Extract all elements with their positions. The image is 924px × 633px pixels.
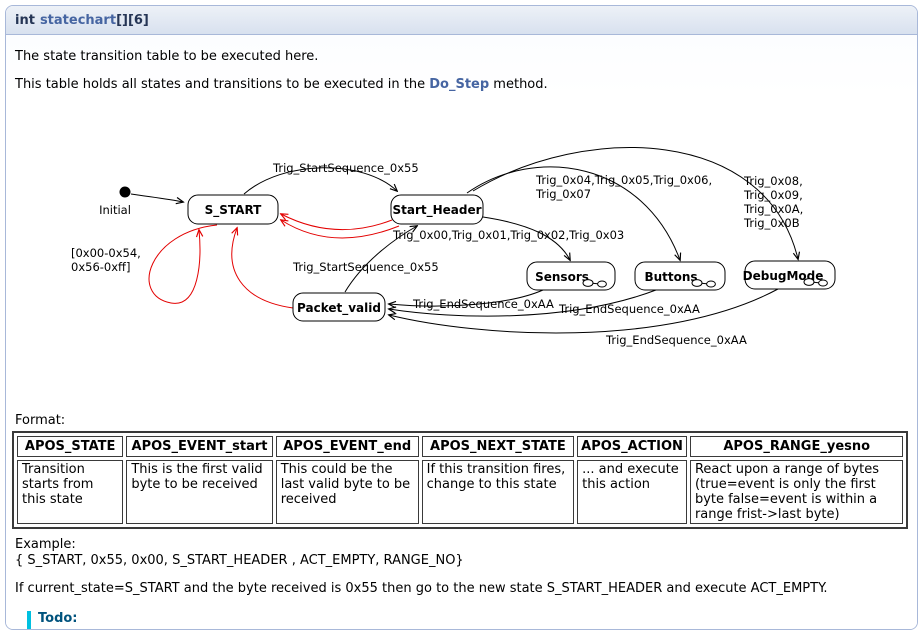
label-trig-0b: Trig_0x0B xyxy=(743,216,800,230)
initial-state-dot xyxy=(120,187,131,198)
label-end-sequence-1: Trig_EndSequence_0xAA xyxy=(412,297,554,311)
label-trig-09: Trig_0x09, xyxy=(743,188,803,202)
column-header-apos-next-state: APOS_NEXT_STATE xyxy=(422,436,575,457)
format-table-header-row: APOS_STATE APOS_EVENT_start APOS_EVENT_e… xyxy=(17,436,903,457)
label-range-line2: 0x56-0xff] xyxy=(71,260,130,274)
cell-apos-event-end: This could be the last valid byte to be … xyxy=(276,460,419,524)
edge-initial-to-s-start xyxy=(131,194,183,202)
example-label: Example: xyxy=(15,537,908,553)
member-prototype-header: int statechart[][6] xyxy=(6,6,917,35)
edge-start-header-to-s-start-2 xyxy=(281,220,399,238)
cell-apos-state: Transition starts from this state xyxy=(17,460,123,524)
label-trig-04-06: Trig_0x04,Trig_0x05,Trig_0x06, xyxy=(535,173,712,187)
label-start-sequence-top: Trig_StartSequence_0x55 xyxy=(272,161,419,175)
label-trig-0a: Trig_0x0A, xyxy=(743,202,803,216)
state-s-start-label: S_START xyxy=(205,203,263,218)
format-table: APOS_STATE APOS_EVENT_start APOS_EVENT_e… xyxy=(12,431,908,529)
member-args: [][6] xyxy=(116,13,149,28)
cell-apos-next-state: If this transition fires, change to this… xyxy=(422,460,575,524)
label-end-sequence-2: Trig_EndSequence_0xAA xyxy=(558,302,700,316)
label-trig-08: Trig_0x08, xyxy=(743,174,803,188)
description-line-2: This table holds all states and transiti… xyxy=(15,77,908,93)
column-header-apos-state: APOS_STATE xyxy=(17,436,123,457)
state-packet-valid-label: Packet_valid xyxy=(297,301,381,316)
label-trig-00-03: Trig_0x00,Trig_0x01,Trig_0x02,Trig_0x03 xyxy=(392,228,624,242)
cell-apos-range-yesno: React upon a range of bytes (true=event … xyxy=(690,460,904,524)
example-explanation: If current_state=S_START and the byte re… xyxy=(15,581,908,597)
edge-s-start-self-loop xyxy=(149,225,217,303)
label-end-sequence-3: Trig_EndSequence_0xAA xyxy=(605,333,747,347)
statechart-diagram: Initial S_START Start_Header Sensors But… xyxy=(11,133,917,401)
label-range-line1: [0x00-0x54, xyxy=(71,246,141,260)
label-start-sequence-bottom: Trig_StartSequence_0x55 xyxy=(292,260,439,274)
do-step-link[interactable]: Do_Step xyxy=(429,77,489,92)
description-line-2-suffix: method. xyxy=(489,77,547,92)
format-label: Format: xyxy=(15,413,908,429)
member-documentation: The state transition table to be execute… xyxy=(6,35,917,630)
cell-apos-action: ... and execute this action xyxy=(577,460,687,524)
member-type: int xyxy=(15,13,35,28)
label-trig-07: Trig_0x07 xyxy=(535,187,591,201)
member-name-link[interactable]: statechart xyxy=(40,13,116,28)
edge-start-header-to-s-start-1 xyxy=(281,214,392,230)
todo-section: Todo: Update the diagram xyxy=(27,611,912,630)
column-header-apos-action: APOS_ACTION xyxy=(577,436,687,457)
state-start-header-label: Start_Header xyxy=(392,203,481,218)
initial-state-label: Initial xyxy=(99,203,131,217)
todo-text: Update the diagram xyxy=(76,628,912,630)
column-header-apos-event-start: APOS_EVENT_start xyxy=(126,436,272,457)
example-block: Example: { S_START, 0x55, 0x00, S_START_… xyxy=(15,537,908,569)
column-header-apos-range-yesno: APOS_RANGE_yesno xyxy=(690,436,904,457)
edge-packet-valid-to-s-start xyxy=(232,228,293,308)
cell-apos-event-start: This is the first valid byte to be recei… xyxy=(126,460,272,524)
description-line-1: The state transition table to be execute… xyxy=(15,49,908,65)
description-line-2-prefix: This table holds all states and transiti… xyxy=(15,77,429,92)
column-header-apos-event-end: APOS_EVENT_end xyxy=(276,436,419,457)
state-sensors-label: Sensors xyxy=(535,270,589,284)
member-detail-panel: int statechart[][6] The state transition … xyxy=(5,5,918,630)
example-code: { S_START, 0x55, 0x00, S_START_HEADER , … xyxy=(15,553,908,569)
state-buttons-label: Buttons xyxy=(644,270,697,284)
format-table-body-row: Transition starts from this state This i… xyxy=(17,460,903,524)
todo-label: Todo: xyxy=(38,611,912,626)
